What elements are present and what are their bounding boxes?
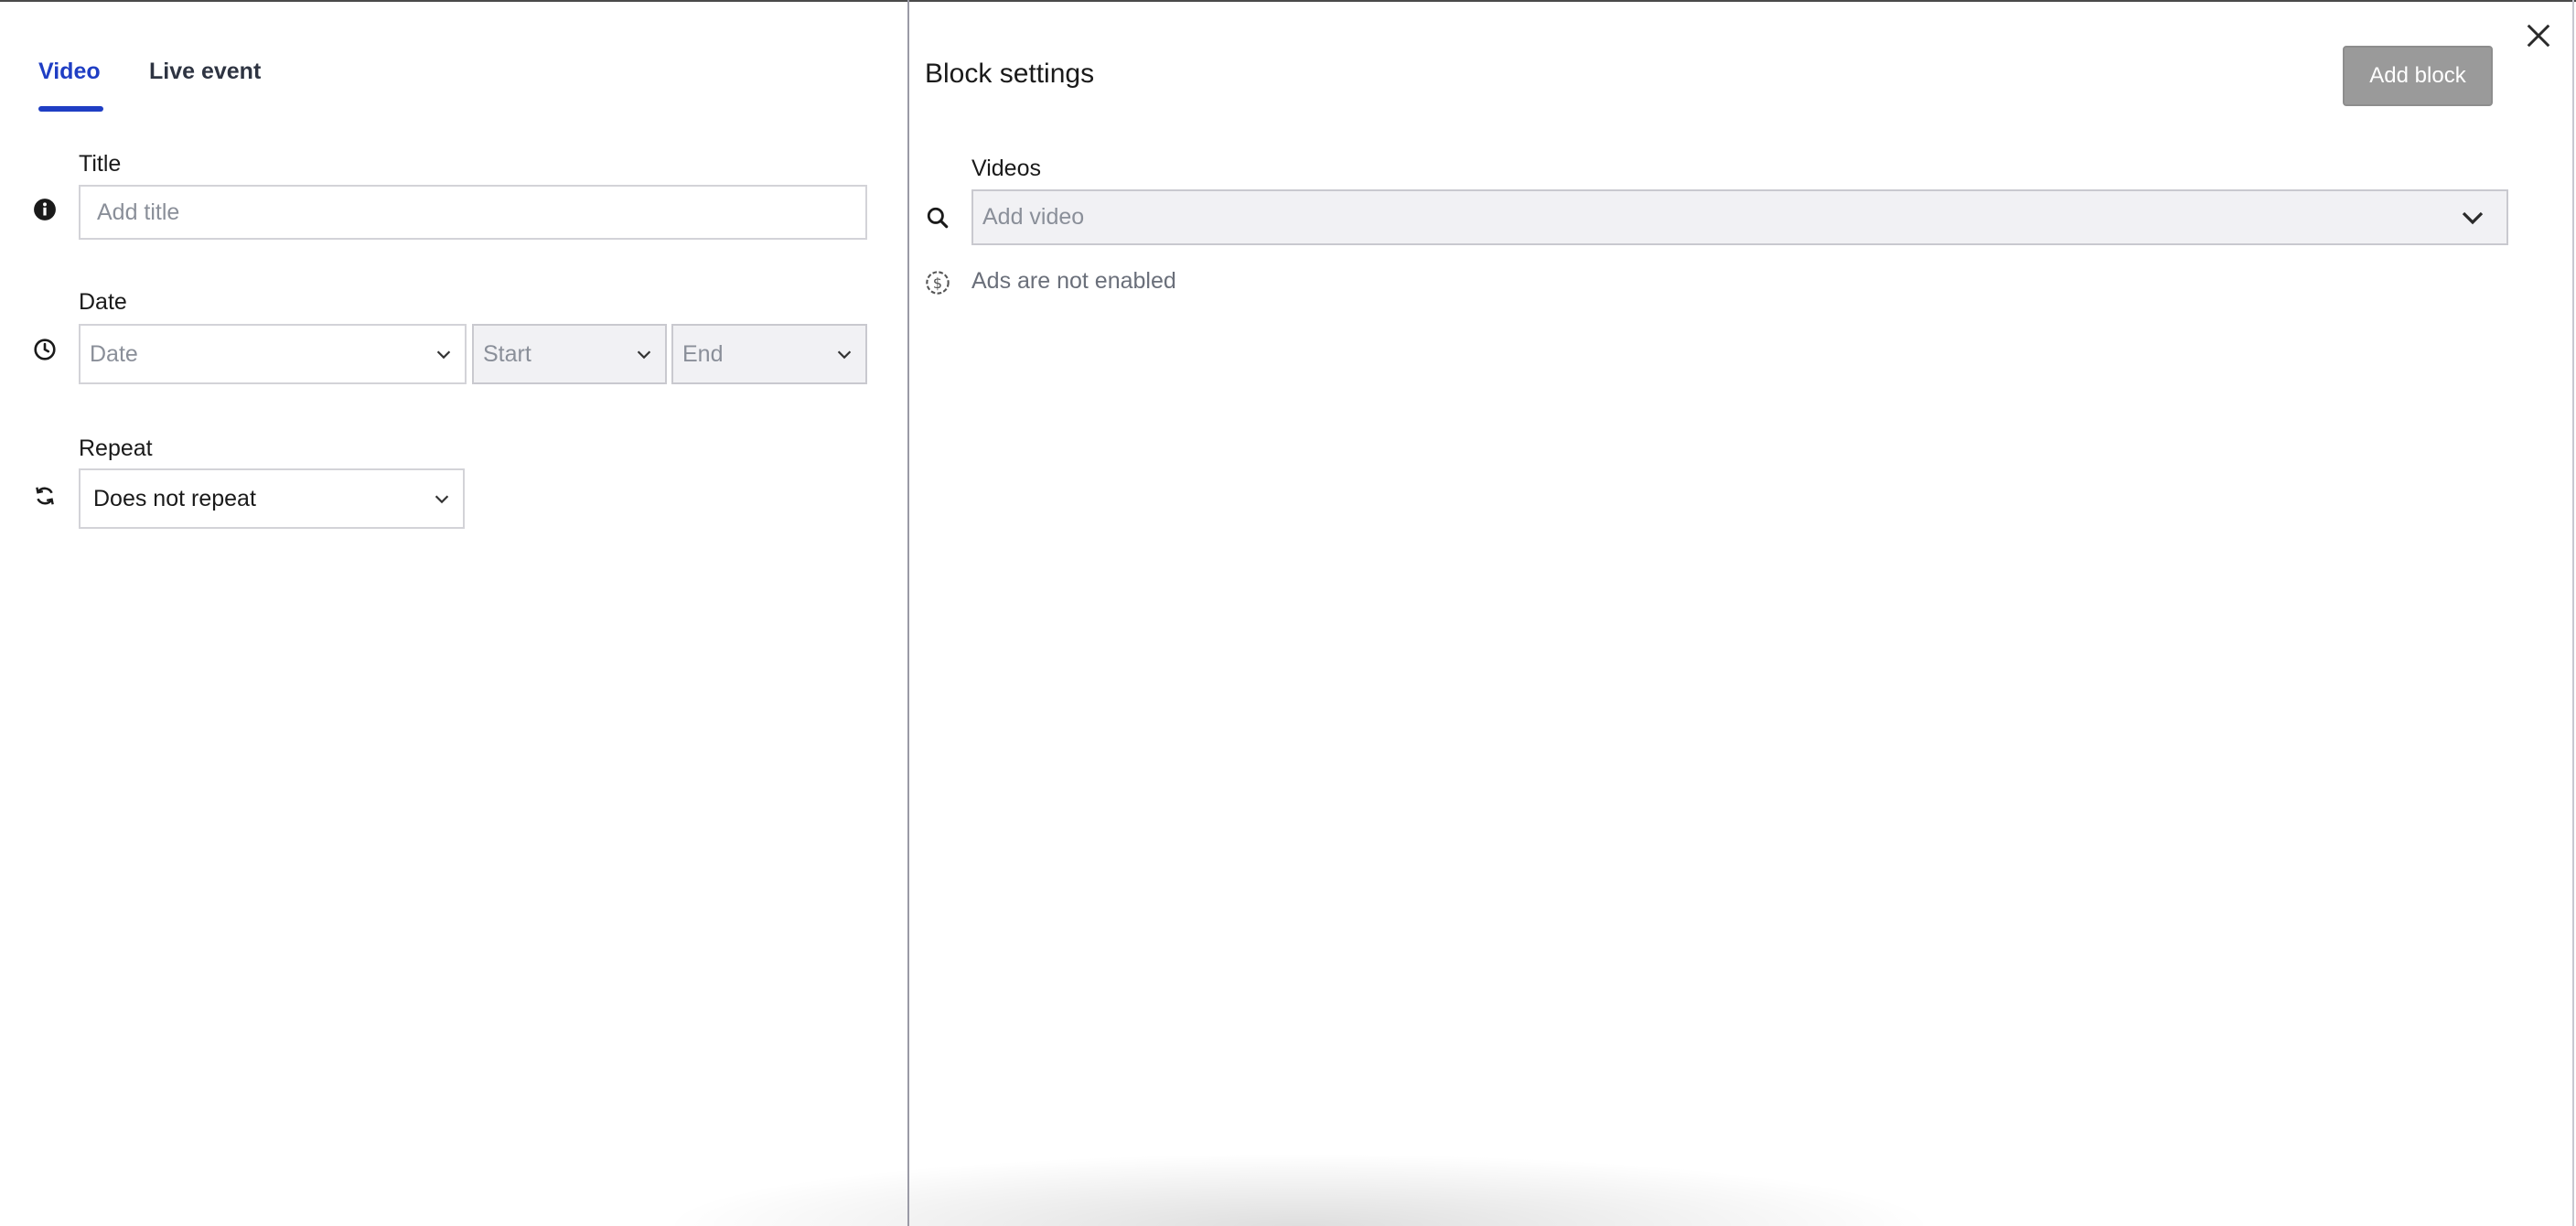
title-placeholder: Add title bbox=[97, 199, 180, 225]
chevron-down-icon bbox=[834, 344, 854, 364]
date-placeholder: Date bbox=[90, 340, 138, 367]
add-video-input[interactable]: Add video bbox=[971, 189, 2508, 245]
modal-frame bbox=[0, 0, 2576, 1226]
date-label: Date bbox=[79, 289, 127, 315]
repeat-label: Repeat bbox=[79, 436, 153, 461]
panel-divider bbox=[907, 0, 909, 1226]
svg-text:$: $ bbox=[933, 274, 942, 292]
chevron-down-icon bbox=[634, 344, 654, 364]
chevron-down-icon bbox=[434, 344, 454, 364]
chevron-down-icon bbox=[432, 489, 452, 509]
tab-live-event[interactable]: Live event bbox=[149, 59, 261, 85]
right-edge bbox=[2572, 0, 2574, 1226]
start-placeholder: Start bbox=[483, 340, 531, 367]
date-select[interactable]: Date bbox=[79, 324, 467, 384]
tab-video[interactable]: Video bbox=[38, 59, 101, 85]
title-label: Title bbox=[79, 151, 122, 177]
info-icon bbox=[33, 198, 57, 221]
block-settings-title: Block settings bbox=[925, 59, 1095, 89]
repeat-select[interactable]: Does not repeat bbox=[79, 468, 465, 529]
clock-icon bbox=[33, 338, 57, 361]
end-time-select[interactable]: End bbox=[671, 324, 867, 384]
close-icon[interactable] bbox=[2525, 22, 2552, 49]
start-time-select[interactable]: Start bbox=[472, 324, 667, 384]
title-input[interactable]: Add title bbox=[79, 185, 867, 240]
end-placeholder: End bbox=[682, 340, 724, 367]
ads-status-text: Ads are not enabled bbox=[971, 268, 1176, 294]
dollar-circle-icon: $ bbox=[925, 270, 950, 296]
video-placeholder: Add video bbox=[982, 204, 1085, 230]
add-block-button[interactable]: Add block bbox=[2343, 46, 2493, 106]
search-icon bbox=[926, 206, 950, 230]
videos-label: Videos bbox=[971, 156, 1041, 181]
bottom-shadow bbox=[659, 1153, 1939, 1226]
active-tab-indicator bbox=[38, 106, 103, 112]
refresh-icon bbox=[33, 484, 57, 508]
chevron-down-icon[interactable] bbox=[2459, 204, 2486, 231]
repeat-value: Does not repeat bbox=[93, 485, 256, 511]
